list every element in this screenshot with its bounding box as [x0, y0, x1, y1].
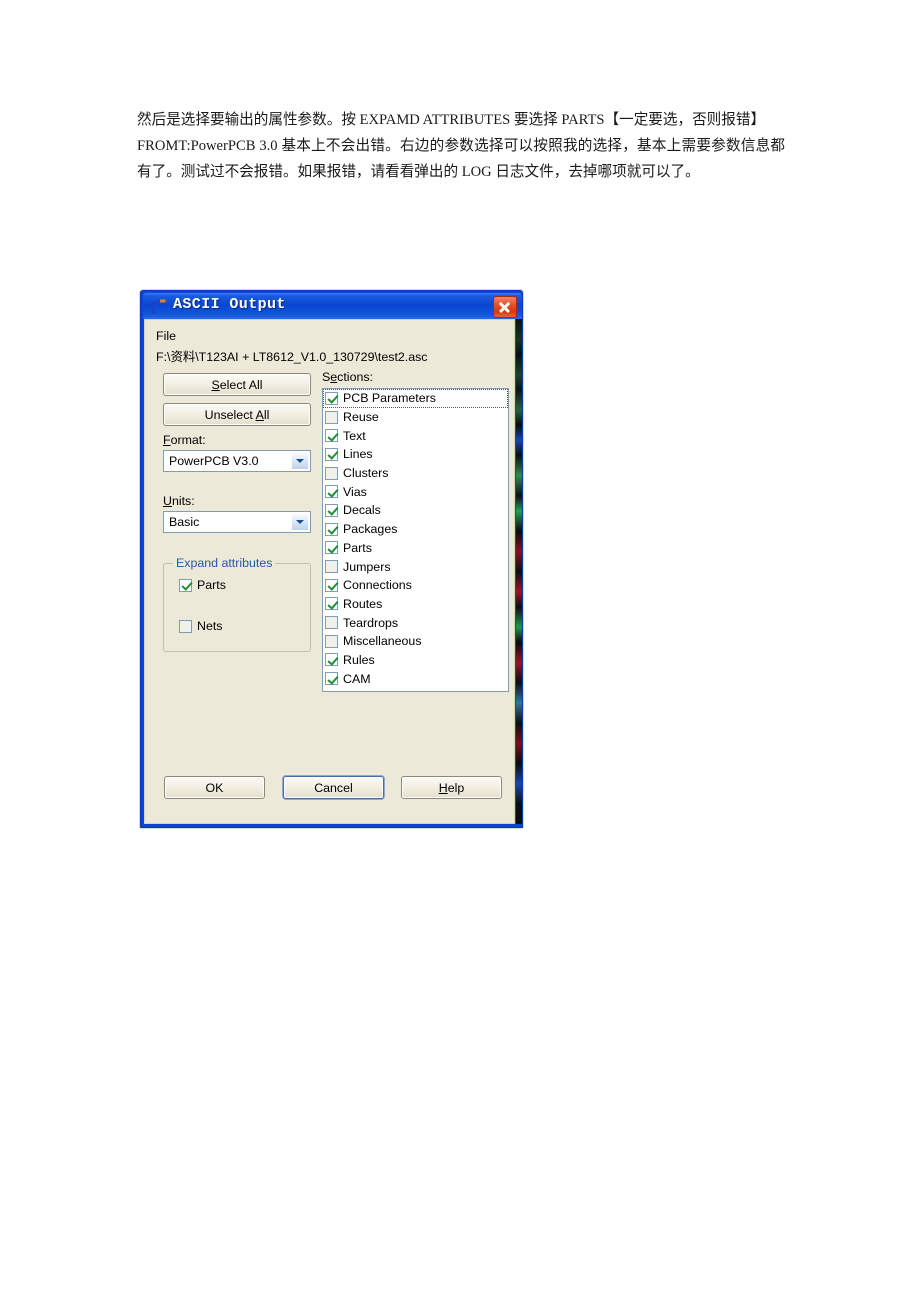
dialog-client-area: File F:\资料\T123AI + LT8612_V1.0_130729\t… — [144, 319, 515, 824]
section-item-label: Connections — [343, 578, 412, 593]
section-item[interactable]: Routes — [323, 595, 508, 614]
checkbox-icon[interactable] — [325, 503, 338, 517]
cancel-label: Cancel — [314, 780, 353, 795]
units-select[interactable]: Basic — [163, 511, 311, 533]
ascii-output-dialog: ASCII Output File F:\资料\T123AI + LT8612_… — [140, 290, 523, 828]
close-icon[interactable] — [493, 296, 517, 318]
ok-button[interactable]: OK — [164, 776, 265, 799]
section-item[interactable]: Connections — [323, 576, 508, 595]
section-item[interactable]: Teardrops — [323, 613, 508, 632]
section-item[interactable]: PCB Parameters — [323, 389, 508, 408]
section-item-label: Packages — [343, 522, 398, 537]
checkbox-icon[interactable] — [325, 485, 338, 499]
format-select[interactable]: PowerPCB V3.0 — [163, 450, 311, 472]
sections-label: Sections: — [322, 370, 373, 384]
section-item-label: Lines — [343, 447, 373, 462]
select-all-button[interactable]: Select All — [163, 373, 311, 396]
section-item[interactable]: CAM — [323, 669, 508, 688]
checkbox-icon[interactable] — [325, 578, 338, 592]
unselect-all-button[interactable]: Unselect All — [163, 403, 311, 426]
section-item-label: Vias — [343, 484, 367, 499]
units-label: Units: — [163, 494, 195, 508]
section-item[interactable]: Reuse — [323, 408, 508, 427]
file-label: File — [156, 329, 176, 343]
sections-listbox[interactable]: PCB Parameters Reuse Text Lines Clusters Vias… — [322, 388, 509, 692]
section-item[interactable]: Vias — [323, 482, 508, 501]
section-item[interactable]: Packages — [323, 520, 508, 539]
expand-attr-checkbox-parts[interactable]: Parts — [179, 578, 226, 592]
checkbox-icon[interactable] — [325, 653, 338, 667]
section-item[interactable]: Jumpers — [323, 557, 508, 576]
checkbox-icon[interactable] — [325, 672, 338, 686]
help-button[interactable]: Help — [401, 776, 502, 799]
section-item[interactable]: Lines — [323, 445, 508, 464]
section-item[interactable]: Clusters — [323, 464, 508, 483]
checkbox-icon[interactable] — [325, 560, 338, 574]
section-item[interactable]: Decals — [323, 501, 508, 520]
chevron-down-icon[interactable] — [291, 452, 309, 470]
help-label: Help — [438, 780, 465, 795]
units-value: Basic — [169, 515, 200, 529]
expand-attr-label-parts: Parts — [197, 578, 226, 592]
section-item[interactable]: Miscellaneous — [323, 632, 508, 651]
expand-attr-checkbox-nets[interactable]: Nets — [179, 619, 222, 633]
checkbox-icon[interactable] — [325, 634, 338, 648]
checkbox-icon[interactable] — [325, 541, 338, 555]
dialog-title: ASCII Output — [173, 296, 286, 313]
ok-label: OK — [205, 780, 224, 795]
checkbox-icon[interactable] — [325, 522, 338, 536]
section-item-label: CAM — [343, 671, 371, 686]
section-item[interactable]: Text — [323, 426, 508, 445]
format-label: Format: — [163, 433, 206, 447]
format-value: PowerPCB V3.0 — [169, 454, 259, 468]
checkbox-icon[interactable] — [325, 447, 338, 461]
section-item-label: Clusters — [343, 466, 389, 481]
section-item-label: Miscellaneous — [343, 634, 422, 649]
pcb-background-strip — [516, 319, 522, 824]
checkbox-icon[interactable] — [325, 391, 338, 405]
checkbox-icon[interactable] — [325, 597, 338, 611]
expand-attr-label-nets: Nets — [197, 619, 223, 633]
checkbox-icon[interactable] — [179, 619, 192, 633]
checkbox-icon[interactable] — [325, 410, 338, 424]
file-path: F:\资料\T123AI + LT8612_V1.0_130729\test2.… — [156, 350, 428, 364]
checkbox-icon[interactable] — [325, 690, 338, 691]
checkbox-icon[interactable] — [325, 429, 338, 443]
checkbox-icon[interactable] — [325, 616, 338, 630]
section-item-label: Teardrops — [343, 615, 399, 630]
section-item-label: Routes — [343, 596, 383, 611]
section-item[interactable]: Pour — [323, 688, 508, 691]
section-item-label: PCB Parameters — [343, 391, 436, 406]
section-item-label: Rules — [343, 652, 375, 667]
checkbox-icon[interactable] — [325, 466, 338, 480]
paragraph-1: 然后是选择要输出的属性参数。按 EXPAMD ATTRIBUTES 要选择 PA… — [137, 112, 766, 128]
section-item-label: Pour — [343, 690, 369, 691]
section-item-label: Parts — [343, 540, 372, 555]
section-item-label: Text — [343, 428, 366, 443]
section-item[interactable]: Parts — [323, 539, 508, 558]
document-text: 然后是选择要输出的属性参数。按 EXPAMD ATTRIBUTES 要选择 PA… — [137, 108, 785, 185]
section-item-label: Decals — [343, 503, 381, 518]
section-item[interactable]: Rules — [323, 651, 508, 670]
dialog-titlebar[interactable]: ASCII Output — [143, 293, 522, 319]
checkbox-icon[interactable] — [179, 578, 192, 592]
cancel-button[interactable]: Cancel — [283, 776, 384, 799]
ascii-output-icon — [151, 298, 167, 314]
section-item-label: Jumpers — [343, 559, 391, 574]
unselect-all-label: Unselect All — [204, 407, 270, 422]
expand-attributes-title: Expand attributes — [173, 556, 276, 570]
paragraph-2: FROMT:PowerPCB 3.0 基本上不会出错。右边的参数选择可以按照我的… — [137, 137, 785, 180]
select-all-label: Select All — [211, 377, 263, 392]
expand-attributes-group: Expand attributes Parts Nets — [163, 556, 311, 652]
section-item-label: Reuse — [343, 410, 379, 425]
chevron-down-icon[interactable] — [291, 513, 309, 531]
